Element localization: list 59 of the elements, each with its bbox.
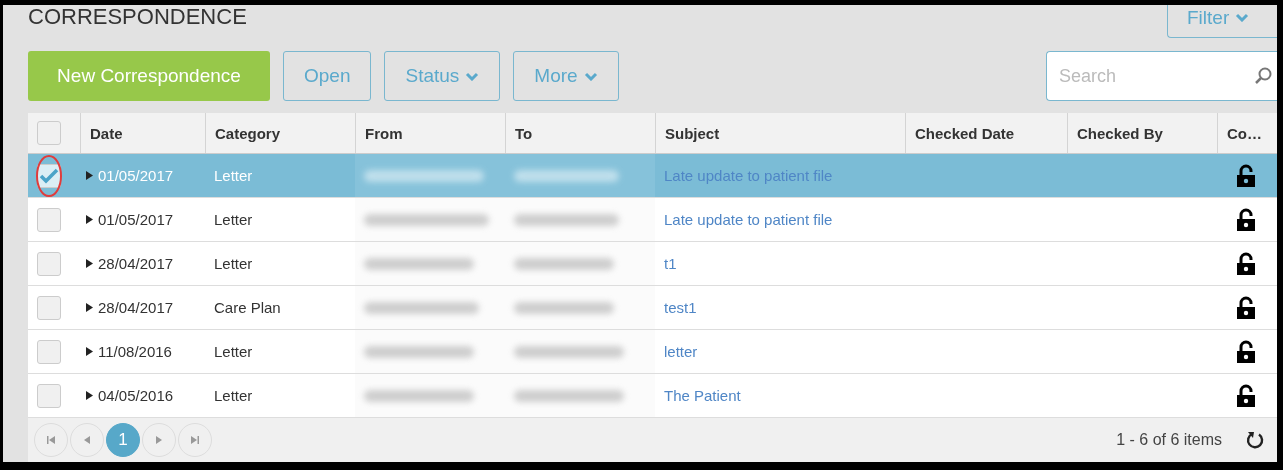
skip-to-end-icon (190, 435, 200, 445)
subject-link[interactable]: t1 (664, 255, 677, 272)
row-checkbox[interactable] (37, 251, 61, 276)
highlight-ellipse (35, 154, 63, 198)
category-text: Letter (214, 167, 253, 184)
previous-page-button[interactable] (70, 423, 104, 457)
table-row[interactable]: 01/05/2017 Letter Late update to patient file (28, 198, 1277, 242)
row-checkbox[interactable] (37, 383, 61, 408)
table-row[interactable]: 28/04/2017 Letter t1 (28, 242, 1277, 286)
date-text: 01/05/2017 (98, 167, 174, 184)
date-text: 28/04/2017 (98, 255, 174, 272)
column-header[interactable]: Checked By (1077, 124, 1163, 142)
row-checkbox[interactable] (37, 295, 61, 320)
next-page-button[interactable] (142, 423, 176, 457)
select-all-checkbox[interactable] (37, 121, 61, 145)
category-text: Letter (214, 343, 253, 360)
last-page-button[interactable] (178, 423, 212, 457)
expand-icon[interactable] (85, 347, 93, 356)
column-header[interactable]: Subject (665, 124, 720, 142)
column-header[interactable]: Checked Date (915, 124, 1015, 142)
table-row[interactable]: 28/04/2017 Care Plan test1 (28, 286, 1277, 330)
row-checkbox[interactable] (37, 207, 61, 232)
left-triangle-icon (83, 435, 91, 445)
item-count: 1 - 6 of 6 items (1116, 431, 1222, 449)
category-text: Letter (214, 255, 253, 272)
category-text: Letter (214, 211, 253, 228)
subject-link[interactable]: test1 (664, 299, 697, 316)
row-checkbox[interactable] (37, 339, 61, 364)
subject-link[interactable]: The Patient (664, 387, 741, 404)
skip-to-start-icon (46, 435, 56, 445)
page-title: CORRESPONDENCE (28, 5, 247, 31)
date-text: 11/08/2016 (98, 343, 172, 360)
column-header[interactable]: Date (90, 124, 123, 142)
refresh-icon[interactable] (1246, 430, 1266, 450)
date-text: 01/05/2017 (98, 211, 174, 228)
table-row[interactable]: 11/08/2016 Letter letter (28, 330, 1277, 374)
search-icon (1253, 66, 1273, 86)
category-text: Letter (214, 387, 253, 404)
chevron-icon (583, 71, 598, 81)
first-page-button[interactable] (34, 423, 68, 457)
expand-icon[interactable] (85, 259, 93, 268)
subject-link[interactable]: Late update to patient file (664, 211, 833, 228)
chevron-icon (1235, 13, 1250, 22)
expand-icon[interactable] (85, 391, 93, 400)
column-header[interactable]: From (365, 124, 403, 142)
right-triangle-icon (155, 435, 163, 445)
subject-link[interactable]: letter (664, 343, 698, 360)
date-text: 28/04/2017 (98, 299, 174, 316)
search-field[interactable]: Search (1046, 51, 1277, 101)
expand-icon[interactable] (85, 303, 93, 312)
table-row[interactable]: 04/05/2016 Letter The Patient (28, 374, 1277, 418)
date-text: 04/05/2016 (98, 387, 174, 404)
column-header[interactable]: To (515, 124, 533, 142)
category-text: Care Plan (214, 299, 281, 316)
expand-icon[interactable] (85, 215, 93, 224)
expand-icon[interactable] (85, 171, 93, 180)
column-header[interactable]: Category (215, 124, 281, 142)
column-header[interactable]: Co… (1227, 124, 1262, 142)
chevron-icon (465, 71, 480, 81)
